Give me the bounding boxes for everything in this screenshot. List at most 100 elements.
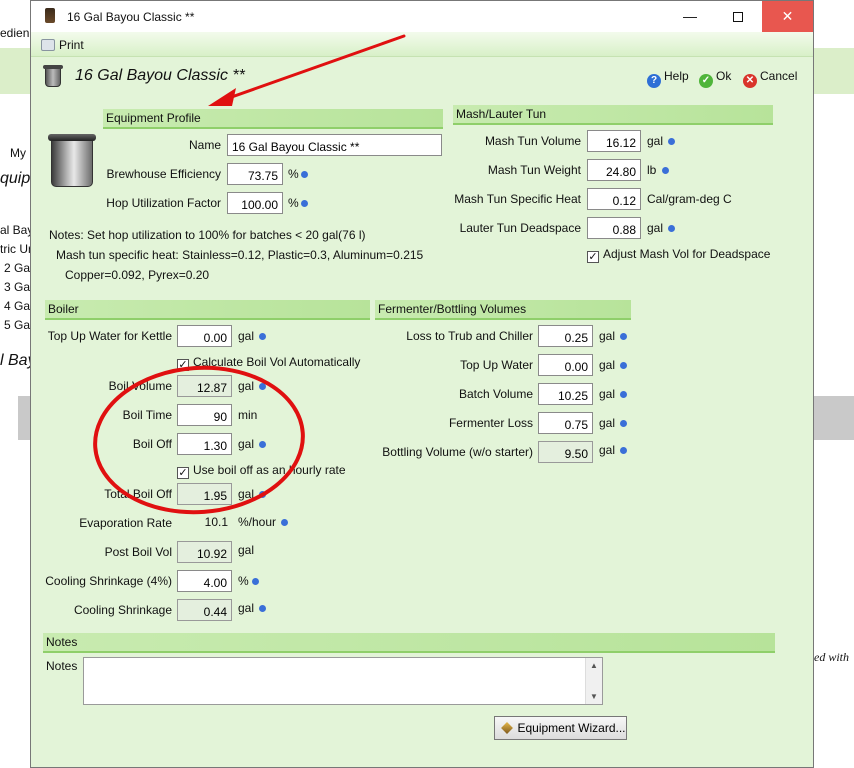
info-dot-icon[interactable]	[620, 362, 627, 369]
boiler-header: Boiler	[45, 300, 370, 320]
cooling-shrinkage-pct-field[interactable]	[177, 570, 232, 592]
bg-fragment: al Bay	[0, 223, 34, 237]
check-icon: ✓	[699, 74, 713, 88]
hop-note: Notes: Set hop utilization to 100% for b…	[49, 228, 366, 242]
evaporation-rate-label: Evaporation Rate	[79, 516, 172, 530]
minimize-button[interactable]: —	[667, 1, 713, 32]
unit-label: gal	[238, 379, 255, 393]
page-title: 16 Gal Bayou Classic **	[75, 67, 245, 84]
bg-band	[814, 48, 854, 94]
lauter-tun-deadspace-field[interactable]	[587, 217, 641, 239]
close-button[interactable]: ✕	[762, 1, 813, 32]
boil-volume-label: Boil Volume	[108, 379, 172, 393]
checkbox-checked-icon: ✓	[177, 467, 189, 479]
bg-fragment: My	[10, 146, 26, 160]
info-dot-icon[interactable]	[259, 333, 266, 340]
help-button[interactable]: ? Help	[647, 69, 689, 88]
hop-utilization-field[interactable]	[227, 192, 283, 214]
cancel-label: Cancel	[760, 69, 798, 83]
unit-label: gal	[599, 387, 616, 401]
mash-tun-weight-field[interactable]	[587, 159, 641, 181]
notes-scrollbar[interactable]: ▲ ▼	[585, 658, 602, 704]
hop-utilization-label: Hop Utilization Factor	[106, 196, 221, 210]
info-dot-icon[interactable]	[620, 447, 627, 454]
info-dot-icon[interactable]	[259, 441, 266, 448]
info-dot-icon[interactable]	[668, 138, 675, 145]
mash-tun-volume-label: Mash Tun Volume	[484, 134, 581, 148]
post-boil-vol-label: Post Boil Vol	[104, 545, 172, 559]
brewhouse-efficiency-field[interactable]	[227, 163, 283, 185]
info-dot-icon[interactable]	[301, 200, 308, 207]
info-dot-icon[interactable]	[620, 420, 627, 427]
checkbox-label: Use boil off as an hourly rate	[193, 463, 346, 477]
info-dot-icon[interactable]	[301, 171, 308, 178]
toolbar: Print	[31, 32, 813, 57]
equipment-wizard-button[interactable]: Equipment Wizard...	[494, 716, 627, 740]
maximize-button[interactable]	[715, 1, 761, 32]
print-label: Print	[59, 38, 84, 52]
mash-tun-specific-heat-label: Mash Tun Specific Heat	[454, 192, 581, 206]
total-boil-off-field	[177, 483, 232, 505]
topup-water-label: Top Up Water	[460, 358, 533, 372]
notes-label: Notes	[46, 659, 78, 673]
notes-header: Notes	[43, 633, 775, 653]
info-dot-icon[interactable]	[259, 605, 266, 612]
bg-panel	[18, 396, 30, 440]
info-dot-icon[interactable]	[620, 333, 627, 340]
info-dot-icon[interactable]	[252, 578, 259, 585]
unit-label: gal	[647, 221, 664, 235]
bg-fragment: 4 Gal	[4, 299, 33, 313]
batch-volume-label: Batch Volume	[458, 387, 533, 401]
boil-time-label: Boil Time	[122, 408, 172, 422]
checkbox-checked-icon: ✓	[177, 359, 189, 371]
unit-label: gal	[599, 358, 616, 372]
name-field[interactable]	[227, 134, 442, 156]
equipment-profile-header: Equipment Profile	[103, 109, 443, 129]
mash-tun-volume-field[interactable]	[587, 130, 641, 152]
help-label: Help	[664, 69, 689, 83]
unit-label: gal	[238, 543, 255, 557]
mash-tun-specific-heat-field[interactable]	[587, 188, 641, 210]
total-boil-off-label: Total Boil Off	[104, 487, 172, 501]
info-dot-icon[interactable]	[281, 519, 288, 526]
brewhouse-efficiency-label: Brewhouse Efficiency	[106, 167, 221, 181]
print-button[interactable]: Print	[41, 38, 84, 52]
wizard-label: Equipment Wizard...	[517, 721, 626, 735]
fermenter-loss-field[interactable]	[538, 412, 593, 434]
topup-kettle-field[interactable]	[177, 325, 232, 347]
topup-water-field[interactable]	[538, 354, 593, 376]
unit-label: gal	[599, 416, 616, 430]
bg-band	[0, 48, 30, 94]
adjust-deadspace-checkbox[interactable]: ✓ Adjust Mash Vol for Deadspace	[587, 247, 770, 263]
boil-time-field[interactable]	[177, 404, 232, 426]
bg-fragment: 3 Gal	[4, 280, 33, 294]
unit-label: gal	[647, 134, 664, 148]
scroll-up-icon[interactable]: ▲	[586, 661, 602, 670]
notes-textarea[interactable]: ▲ ▼	[83, 657, 603, 705]
unit-label: Cal/gram-deg C	[647, 192, 732, 206]
unit-label: lb	[647, 163, 657, 177]
bg-fragment: tric Ur	[0, 242, 32, 256]
info-dot-icon[interactable]	[259, 491, 266, 498]
info-dot-icon[interactable]	[259, 383, 266, 390]
boil-off-field[interactable]	[177, 433, 232, 455]
name-label: Name	[188, 138, 221, 152]
calculate-boil-checkbox[interactable]: ✓ Calculate Boil Vol Automatically	[177, 355, 360, 371]
unit-label: gal	[599, 443, 616, 457]
scroll-down-icon[interactable]: ▼	[586, 692, 602, 701]
hourly-rate-checkbox[interactable]: ✓ Use boil off as an hourly rate	[177, 463, 346, 479]
ok-button[interactable]: ✓ Ok	[699, 69, 731, 88]
bottling-volume-label: Bottling Volume (w/o starter)	[382, 445, 533, 459]
trub-loss-field[interactable]	[538, 325, 593, 347]
kettle-icon	[43, 65, 63, 87]
info-dot-icon[interactable]	[662, 167, 669, 174]
bg-panel	[814, 396, 854, 440]
unit-label: gal	[238, 437, 255, 451]
info-dot-icon[interactable]	[668, 225, 675, 232]
unit-label: %/hour	[238, 515, 277, 529]
batch-volume-field[interactable]	[538, 383, 593, 405]
bg-fragment: 2 Gal	[4, 261, 33, 275]
cancel-button[interactable]: ✕ Cancel	[743, 69, 797, 88]
info-dot-icon[interactable]	[620, 391, 627, 398]
title-bar: 16 Gal Bayou Classic ** — ✕	[31, 1, 813, 32]
